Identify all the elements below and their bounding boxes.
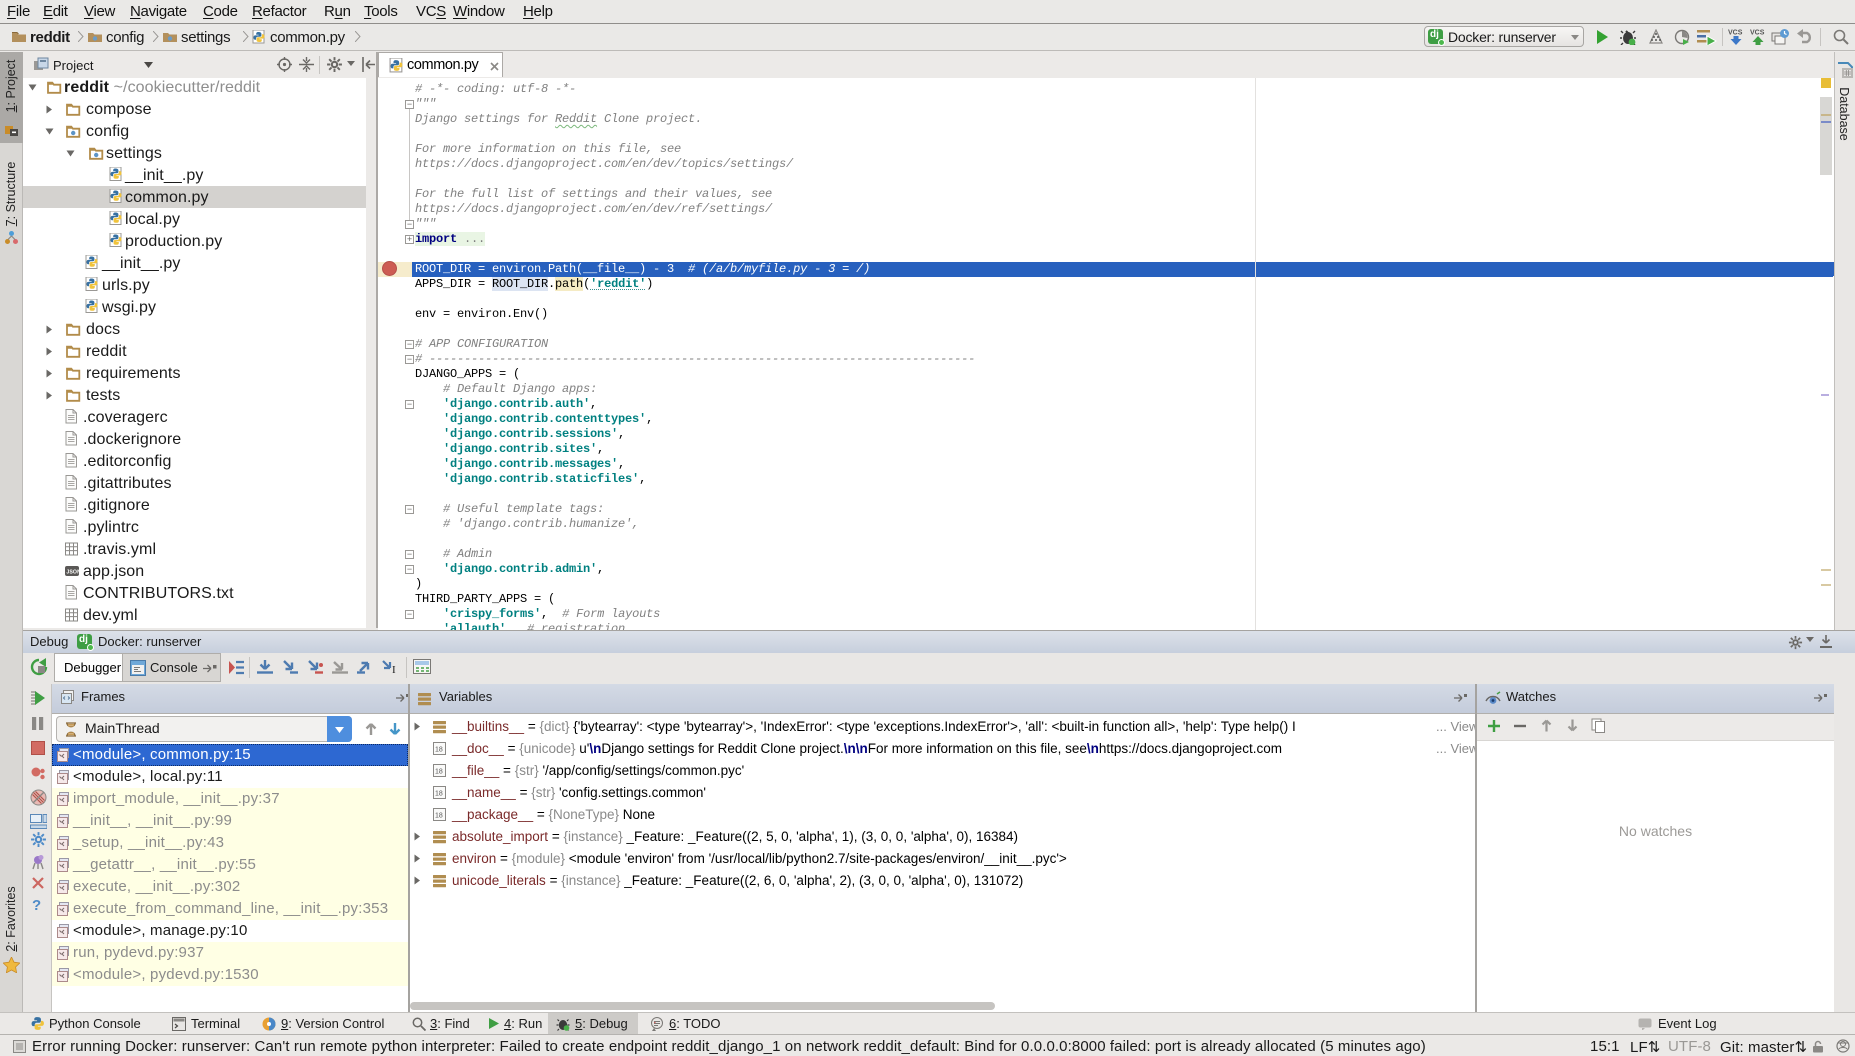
svg-text:?: ?	[32, 897, 41, 912]
svg-text:I: I	[392, 664, 396, 676]
svg-text:VCS: VCS	[1750, 30, 1765, 37]
svg-text:VCS: VCS	[1728, 30, 1743, 37]
